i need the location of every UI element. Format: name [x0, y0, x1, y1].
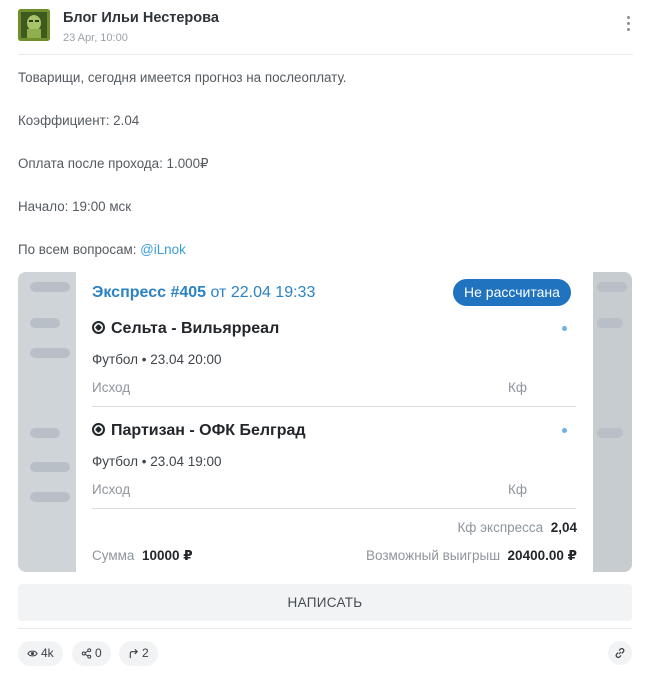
blurred-background	[18, 272, 76, 572]
divider	[92, 406, 576, 407]
post-line: Начало: 19:00 мск	[18, 199, 132, 214]
divider	[18, 628, 632, 629]
win-value: 20400.00 ₽	[507, 548, 577, 563]
link-icon[interactable]	[608, 641, 632, 665]
win-label: Возможный выигрыш	[365, 548, 501, 563]
reposts-count: 2	[142, 646, 149, 660]
post-header: Блог Ильи Нестерова 23 Apr, 10:00	[18, 9, 633, 55]
football-icon	[92, 423, 105, 436]
express-coef-value: 2,04	[550, 520, 577, 535]
express-title: Экспресс #405 от 22.04 19:33	[92, 284, 315, 302]
repost-icon	[129, 648, 138, 659]
bet-sum: Сумма 10000 ₽	[92, 548, 193, 564]
status-badge: Не рассчитана	[453, 279, 571, 306]
sum-label: Сумма	[92, 548, 135, 563]
match-meta: Футбол • 23.04 20:00	[92, 352, 222, 367]
contact-link[interactable]: @iLnok	[140, 242, 186, 257]
post-line: Оплата после прохода: 1.000₽	[18, 156, 209, 171]
match-title: Сельта - Вильярреал	[92, 320, 279, 338]
shares-count: 0	[95, 646, 102, 660]
possible-win: Возможный выигрыш 20400.00 ₽	[366, 548, 577, 564]
express-coef: Кф экспресса 2,04	[457, 520, 577, 535]
outcome-label: Исход	[92, 482, 131, 497]
views-count: 4k	[41, 646, 54, 660]
views-counter[interactable]: 4k	[18, 641, 63, 666]
match-meta: Футбол • 23.04 19:00	[92, 454, 222, 469]
post-image[interactable]: Экспресс #405 от 22.04 19:33 Не рассчита…	[18, 272, 632, 572]
shares-counter[interactable]: 0	[72, 641, 111, 666]
express-number: #405	[170, 284, 207, 301]
match-name: Сельта - Вильярреал	[111, 320, 280, 337]
match-title: Партизан - ОФК Белград	[92, 422, 306, 440]
match-name: Партизан - ОФК Белград	[111, 422, 306, 439]
sum-value: 10000 ₽	[141, 548, 193, 563]
avatar[interactable]	[18, 9, 50, 41]
blurred-background	[593, 272, 632, 572]
contact-prefix: По всем вопросам:	[18, 242, 141, 257]
more-vertical-icon[interactable]	[625, 16, 633, 34]
post-line: Коэффициент: 2.04	[18, 113, 140, 128]
football-icon	[92, 321, 105, 334]
divider	[92, 508, 576, 509]
express-date: от 22.04 19:33	[210, 284, 316, 301]
post-line: Товарищи, сегодня имеется прогноз на пос…	[18, 70, 347, 85]
eye-icon	[27, 650, 38, 657]
post-date: 23 Apr, 10:00	[63, 32, 128, 44]
share-icon	[81, 648, 92, 659]
express-coef-label: Кф экспресса	[457, 520, 544, 535]
write-button[interactable]: НАПИСАТЬ	[18, 584, 632, 621]
author-name[interactable]: Блог Ильи Нестерова	[63, 10, 219, 26]
bet-card: Экспресс #405 от 22.04 19:33 Не рассчита…	[76, 272, 593, 572]
coef-label: Кф	[508, 380, 527, 395]
post-contact-line: По всем вопросам: @iLnok	[18, 242, 186, 257]
reposts-counter[interactable]: 2	[119, 641, 158, 666]
match-dot	[562, 326, 567, 331]
match-dot	[562, 428, 567, 433]
outcome-label: Исход	[92, 380, 131, 395]
express-label: Экспресс	[92, 284, 166, 301]
coef-label: Кф	[508, 482, 527, 497]
